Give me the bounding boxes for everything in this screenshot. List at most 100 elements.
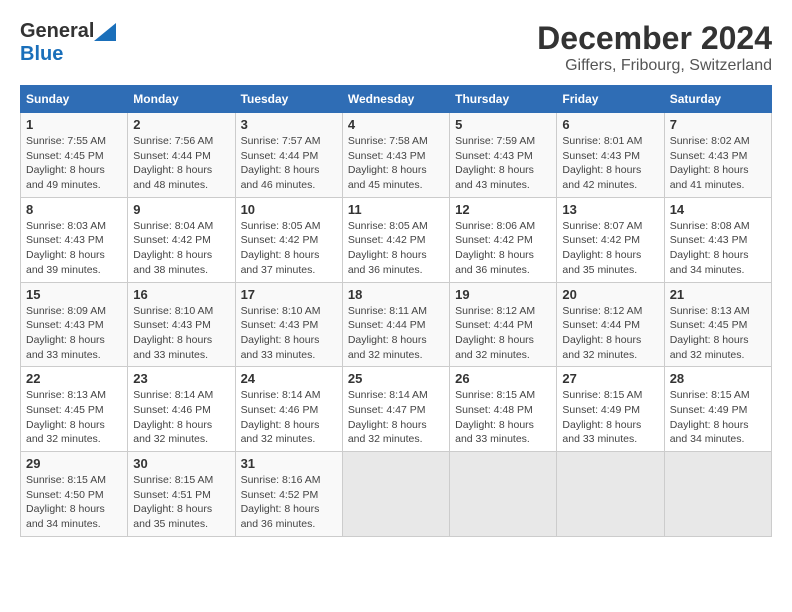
daylight-label: Daylight: 8 hours [26, 503, 105, 515]
sunrise-label: Sunrise: 8:06 AM [455, 220, 535, 232]
calendar-cell: 23 Sunrise: 8:14 AM Sunset: 4:46 PM Dayl… [128, 367, 235, 452]
logo-triangle-icon [94, 23, 116, 41]
day-info: Sunrise: 8:05 AM Sunset: 4:42 PM Dayligh… [241, 219, 337, 278]
sunset-label: Sunset: 4:43 PM [562, 150, 640, 162]
sunset-label: Sunset: 4:42 PM [562, 234, 640, 246]
day-number: 12 [455, 202, 551, 217]
day-number: 21 [670, 287, 766, 302]
sunrise-label: Sunrise: 8:15 AM [455, 389, 535, 401]
sunrise-label: Sunrise: 8:08 AM [670, 220, 750, 232]
calendar-cell: 14 Sunrise: 8:08 AM Sunset: 4:43 PM Dayl… [664, 197, 771, 282]
calendar-cell [342, 452, 449, 537]
day-info: Sunrise: 8:13 AM Sunset: 4:45 PM Dayligh… [26, 388, 122, 447]
daylight-label: Daylight: 8 hours [670, 419, 749, 431]
sunrise-label: Sunrise: 8:04 AM [133, 220, 213, 232]
calendar-table: Sunday Monday Tuesday Wednesday Thursday… [20, 85, 772, 537]
sunrise-label: Sunrise: 8:15 AM [26, 474, 106, 486]
col-thursday: Thursday [450, 86, 557, 113]
calendar-cell: 3 Sunrise: 7:57 AM Sunset: 4:44 PM Dayli… [235, 113, 342, 198]
daylight-minutes: and 32 minutes. [670, 349, 745, 361]
calendar-cell: 11 Sunrise: 8:05 AM Sunset: 4:42 PM Dayl… [342, 197, 449, 282]
sunrise-label: Sunrise: 7:55 AM [26, 135, 106, 147]
sunrise-label: Sunrise: 8:14 AM [348, 389, 428, 401]
day-number: 2 [133, 117, 229, 132]
day-number: 30 [133, 456, 229, 471]
sunrise-label: Sunrise: 8:10 AM [133, 305, 213, 317]
col-monday: Monday [128, 86, 235, 113]
day-info: Sunrise: 7:57 AM Sunset: 4:44 PM Dayligh… [241, 134, 337, 193]
daylight-label: Daylight: 8 hours [241, 164, 320, 176]
daylight-minutes: and 35 minutes. [133, 518, 208, 530]
daylight-minutes: and 32 minutes. [133, 433, 208, 445]
logo: General Blue [20, 20, 116, 66]
daylight-label: Daylight: 8 hours [670, 249, 749, 261]
daylight-minutes: and 33 minutes. [455, 433, 530, 445]
daylight-label: Daylight: 8 hours [26, 249, 105, 261]
sunset-label: Sunset: 4:42 PM [348, 234, 426, 246]
day-info: Sunrise: 7:55 AM Sunset: 4:45 PM Dayligh… [26, 134, 122, 193]
sunrise-label: Sunrise: 8:14 AM [241, 389, 321, 401]
daylight-minutes: and 48 minutes. [133, 179, 208, 191]
day-number: 29 [26, 456, 122, 471]
daylight-minutes: and 39 minutes. [26, 264, 101, 276]
calendar-cell: 6 Sunrise: 8:01 AM Sunset: 4:43 PM Dayli… [557, 113, 664, 198]
day-number: 11 [348, 202, 444, 217]
sunrise-label: Sunrise: 8:09 AM [26, 305, 106, 317]
day-info: Sunrise: 8:10 AM Sunset: 4:43 PM Dayligh… [133, 304, 229, 363]
daylight-label: Daylight: 8 hours [348, 334, 427, 346]
sunset-label: Sunset: 4:49 PM [670, 404, 748, 416]
day-info: Sunrise: 7:59 AM Sunset: 4:43 PM Dayligh… [455, 134, 551, 193]
day-info: Sunrise: 8:14 AM Sunset: 4:46 PM Dayligh… [241, 388, 337, 447]
daylight-label: Daylight: 8 hours [26, 334, 105, 346]
calendar-cell: 13 Sunrise: 8:07 AM Sunset: 4:42 PM Dayl… [557, 197, 664, 282]
sunrise-label: Sunrise: 8:12 AM [455, 305, 535, 317]
sunset-label: Sunset: 4:42 PM [241, 234, 319, 246]
day-info: Sunrise: 8:08 AM Sunset: 4:43 PM Dayligh… [670, 219, 766, 278]
sunset-label: Sunset: 4:43 PM [670, 150, 748, 162]
daylight-label: Daylight: 8 hours [455, 249, 534, 261]
sunset-label: Sunset: 4:48 PM [455, 404, 533, 416]
daylight-label: Daylight: 8 hours [348, 419, 427, 431]
calendar-cell: 1 Sunrise: 7:55 AM Sunset: 4:45 PM Dayli… [21, 113, 128, 198]
logo-blue: Blue [20, 43, 63, 65]
day-number: 19 [455, 287, 551, 302]
calendar-cell: 4 Sunrise: 7:58 AM Sunset: 4:43 PM Dayli… [342, 113, 449, 198]
calendar-week-row: 8 Sunrise: 8:03 AM Sunset: 4:43 PM Dayli… [21, 197, 772, 282]
daylight-minutes: and 33 minutes. [241, 349, 316, 361]
daylight-minutes: and 33 minutes. [562, 433, 637, 445]
calendar-cell: 10 Sunrise: 8:05 AM Sunset: 4:42 PM Dayl… [235, 197, 342, 282]
calendar-cell: 24 Sunrise: 8:14 AM Sunset: 4:46 PM Dayl… [235, 367, 342, 452]
daylight-minutes: and 43 minutes. [455, 179, 530, 191]
daylight-label: Daylight: 8 hours [562, 164, 641, 176]
sunset-label: Sunset: 4:42 PM [133, 234, 211, 246]
daylight-label: Daylight: 8 hours [133, 334, 212, 346]
sunrise-label: Sunrise: 8:15 AM [562, 389, 642, 401]
daylight-label: Daylight: 8 hours [455, 334, 534, 346]
daylight-minutes: and 34 minutes. [670, 433, 745, 445]
calendar-cell: 21 Sunrise: 8:13 AM Sunset: 4:45 PM Dayl… [664, 282, 771, 367]
sunset-label: Sunset: 4:44 PM [455, 319, 533, 331]
daylight-label: Daylight: 8 hours [133, 503, 212, 515]
sunrise-label: Sunrise: 8:01 AM [562, 135, 642, 147]
day-number: 22 [26, 371, 122, 386]
daylight-label: Daylight: 8 hours [241, 419, 320, 431]
daylight-minutes: and 46 minutes. [241, 179, 316, 191]
day-number: 10 [241, 202, 337, 217]
sunset-label: Sunset: 4:45 PM [26, 404, 104, 416]
day-info: Sunrise: 8:15 AM Sunset: 4:48 PM Dayligh… [455, 388, 551, 447]
sunrise-label: Sunrise: 8:12 AM [562, 305, 642, 317]
calendar-cell: 20 Sunrise: 8:12 AM Sunset: 4:44 PM Dayl… [557, 282, 664, 367]
daylight-minutes: and 35 minutes. [562, 264, 637, 276]
daylight-minutes: and 32 minutes. [455, 349, 530, 361]
calendar-cell: 5 Sunrise: 7:59 AM Sunset: 4:43 PM Dayli… [450, 113, 557, 198]
sunset-label: Sunset: 4:43 PM [241, 319, 319, 331]
title-block: December 2024 Giffers, Fribourg, Switzer… [537, 20, 772, 75]
day-number: 3 [241, 117, 337, 132]
day-info: Sunrise: 8:16 AM Sunset: 4:52 PM Dayligh… [241, 473, 337, 532]
daylight-label: Daylight: 8 hours [455, 419, 534, 431]
daylight-minutes: and 33 minutes. [26, 349, 101, 361]
day-info: Sunrise: 8:12 AM Sunset: 4:44 PM Dayligh… [455, 304, 551, 363]
sunset-label: Sunset: 4:45 PM [670, 319, 748, 331]
col-saturday: Saturday [664, 86, 771, 113]
sunrise-label: Sunrise: 8:05 AM [348, 220, 428, 232]
